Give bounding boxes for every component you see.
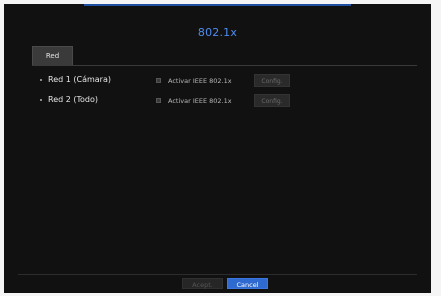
accept-button[interactable]: Acept. [182, 278, 223, 289]
network-label: Red 1 (Cámara) [48, 75, 111, 84]
bullet-icon [40, 79, 42, 81]
dialog-802-1x: 802.1x Red Red 1 (Cámara) Activar IEEE 8… [4, 4, 431, 293]
network-label: Red 2 (Todo) [48, 95, 99, 104]
enable-ieee-checkbox[interactable] [156, 78, 161, 83]
network-row-2: Red 2 (Todo) Activar IEEE 802.1x Config. [40, 94, 420, 108]
tab-divider [32, 65, 417, 66]
bullet-icon [40, 99, 42, 101]
enable-ieee-label[interactable]: Activar IEEE 802.1x [168, 75, 232, 87]
dialog-title: 802.1x [197, 26, 238, 39]
config-button[interactable]: Config. [254, 74, 290, 87]
cancel-button[interactable]: Cancel [227, 278, 268, 289]
enable-ieee-checkbox[interactable] [156, 98, 161, 103]
config-button[interactable]: Config. [254, 94, 290, 107]
enable-ieee-label[interactable]: Activar IEEE 802.1x [168, 95, 232, 107]
tab-red[interactable]: Red [32, 46, 73, 65]
footer-divider [18, 274, 417, 275]
network-row-1: Red 1 (Cámara) Activar IEEE 802.1x Confi… [40, 74, 420, 88]
top-accent-bar [84, 4, 351, 6]
